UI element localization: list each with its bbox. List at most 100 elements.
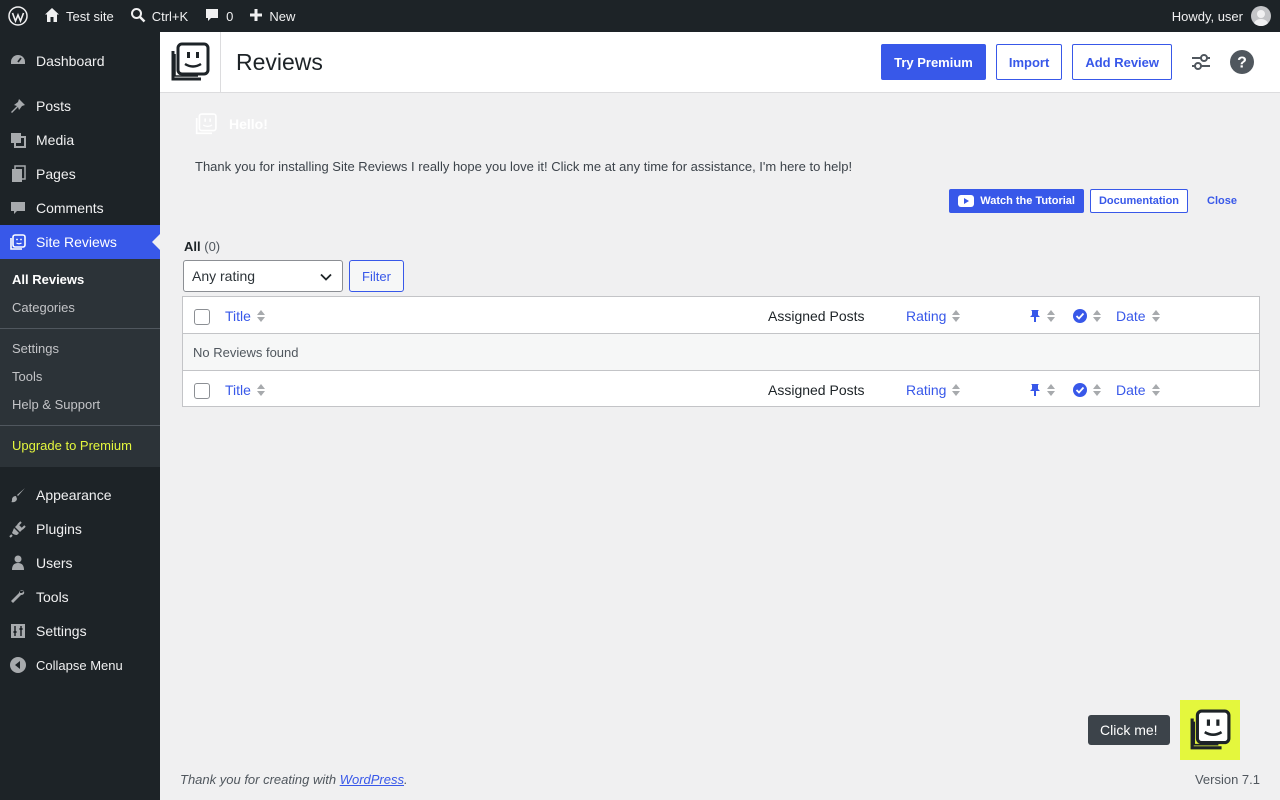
page-title: Reviews <box>236 48 323 75</box>
page-header: Reviews Try Premium Import Add Review ? <box>160 32 1280 93</box>
my-account[interactable]: Howdy, user <box>1172 6 1280 26</box>
import-button[interactable]: Import <box>995 44 1063 80</box>
watch-tutorial-label: Watch the Tutorial <box>980 195 1075 207</box>
site-reviews-logo-icon <box>171 42 210 81</box>
menu-users[interactable]: Users <box>0 546 160 580</box>
settings-icon <box>9 622 27 640</box>
brush-icon <box>9 486 27 504</box>
chevron-down-icon <box>319 270 333 287</box>
pin-icon <box>1029 383 1041 397</box>
menu-label: Settings <box>36 623 87 639</box>
menu-label: Plugins <box>36 521 82 537</box>
view-all-count: (0) <box>204 239 221 254</box>
help-icon[interactable]: ? <box>1230 50 1254 74</box>
menu-label: Posts <box>36 98 72 114</box>
comment-icon <box>204 7 220 26</box>
rating-select-value: Any rating <box>192 268 256 284</box>
view-filter-all[interactable]: All (0) <box>184 239 220 254</box>
users-icon <box>9 554 27 572</box>
menu-media[interactable]: Media <box>0 123 160 157</box>
select-all-checkbox[interactable] <box>194 309 210 325</box>
assistant-button[interactable] <box>1180 700 1240 760</box>
column-title-sort[interactable]: Title <box>225 371 265 408</box>
site-reviews-logo-icon <box>195 113 217 135</box>
submenu-help[interactable]: Help & Support <box>0 391 160 419</box>
avatar <box>1251 6 1271 26</box>
menu-settings[interactable]: Settings <box>0 614 160 648</box>
documentation-button[interactable]: Documentation <box>1089 189 1189 213</box>
column-verified-sort[interactable] <box>1073 297 1101 334</box>
select-all-checkbox[interactable] <box>194 383 210 399</box>
column-pinned-sort[interactable] <box>1029 371 1055 408</box>
wordpress-version: Version 7.1 <box>1194 772 1260 787</box>
footer-thanks: Thank you for creating with WordPress. <box>180 772 408 787</box>
site-reviews-logo <box>160 32 221 92</box>
column-pinned-sort[interactable] <box>1029 297 1055 334</box>
menu-label: Tools <box>36 589 69 605</box>
media-icon <box>9 131 27 149</box>
pages-icon <box>9 165 27 183</box>
footer-thanks-suffix: . <box>404 772 408 787</box>
wordpress-logo-icon[interactable] <box>0 0 36 32</box>
howdy-text: Howdy, user <box>1171 8 1243 24</box>
submenu-separator <box>0 328 160 329</box>
menu-label: Collapse Menu <box>36 657 123 673</box>
watch-tutorial-button[interactable]: Watch the Tutorial <box>949 189 1084 213</box>
column-assigned-posts-label: Assigned Posts <box>768 307 865 324</box>
footer-thanks-prefix: Thank you for creating with <box>180 772 340 787</box>
sort-arrows-icon <box>1151 309 1160 322</box>
column-date: Date <box>1116 381 1146 398</box>
home-icon <box>44 7 60 26</box>
screen-options-sliders-icon[interactable] <box>1190 51 1212 73</box>
column-verified-sort[interactable] <box>1073 371 1101 408</box>
rating-select[interactable]: Any rating <box>183 260 343 292</box>
menu-site-reviews[interactable]: Site Reviews <box>0 225 160 259</box>
column-assigned-posts-label: Assigned Posts <box>768 381 865 398</box>
site-name-link[interactable]: Test site <box>36 0 122 32</box>
column-assigned-posts: Assigned Posts <box>768 371 865 408</box>
wordpress-link[interactable]: WordPress <box>340 772 404 787</box>
view-all-label: All <box>184 239 201 254</box>
submenu-upgrade-premium[interactable]: Upgrade to Premium <box>0 432 160 460</box>
menu-posts[interactable]: Posts <box>0 89 160 123</box>
collapse-menu-button[interactable]: Collapse Menu <box>0 648 160 682</box>
site-reviews-logo-icon <box>1190 709 1231 750</box>
notice-heading: Hello! <box>195 113 268 135</box>
admin-menu: Dashboard Posts Media Pages Comments Sit… <box>0 32 160 800</box>
submenu-categories[interactable]: Categories <box>0 294 160 322</box>
submenu-tools[interactable]: Tools <box>0 363 160 391</box>
verified-check-icon <box>1073 382 1087 397</box>
menu-appearance[interactable]: Appearance <box>0 478 160 512</box>
sort-arrows-icon <box>952 309 961 322</box>
column-rating-sort[interactable]: Rating <box>906 371 961 408</box>
plugin-icon <box>9 520 27 538</box>
menu-dashboard[interactable]: Dashboard <box>0 44 160 78</box>
submenu-settings[interactable]: Settings <box>0 335 160 363</box>
plus-icon <box>249 8 263 25</box>
column-date-sort[interactable]: Date <box>1116 297 1160 334</box>
column-title-sort[interactable]: Title <box>225 297 265 334</box>
menu-comments[interactable]: Comments <box>0 191 160 225</box>
submenu-all-reviews[interactable]: All Reviews <box>0 266 160 294</box>
column-rating-sort[interactable]: Rating <box>906 297 961 334</box>
menu-tools[interactable]: Tools <box>0 580 160 614</box>
pin-icon <box>9 97 27 115</box>
menu-label: Site Reviews <box>36 234 117 250</box>
sort-arrows-icon <box>1047 383 1055 396</box>
comments-count: 0 <box>226 8 234 24</box>
comments-link[interactable]: 0 <box>196 0 241 32</box>
new-content-link[interactable]: New <box>241 0 303 32</box>
admin-bar: Test site Ctrl+K 0 New Howdy, user <box>0 0 1280 32</box>
add-review-button[interactable]: Add Review <box>1072 44 1172 80</box>
menu-plugins[interactable]: Plugins <box>0 512 160 546</box>
menu-label: Appearance <box>36 487 112 503</box>
close-notice-button[interactable]: Close <box>1194 189 1250 213</box>
filter-button[interactable]: Filter <box>349 260 404 292</box>
column-date-sort[interactable]: Date <box>1116 371 1160 408</box>
command-search[interactable]: Ctrl+K <box>122 0 196 32</box>
try-premium-button[interactable]: Try Premium <box>881 44 986 80</box>
sort-arrows-icon <box>1151 383 1160 396</box>
search-shortcut: Ctrl+K <box>151 8 189 24</box>
pin-icon <box>1029 309 1041 323</box>
menu-pages[interactable]: Pages <box>0 157 160 191</box>
